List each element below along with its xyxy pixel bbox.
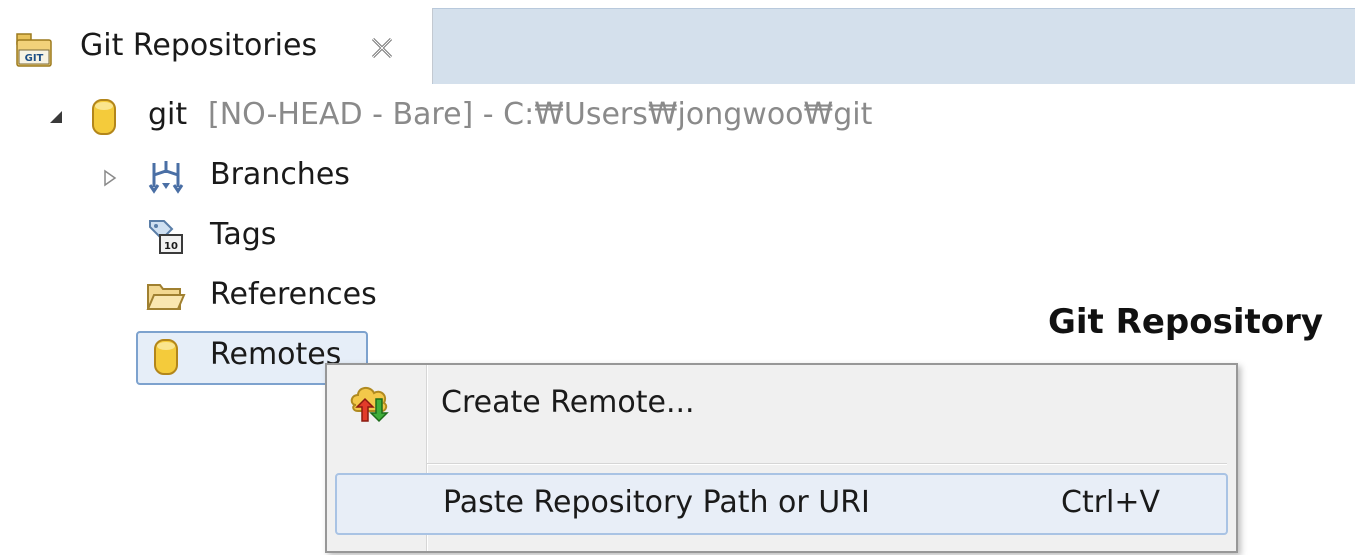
expand-triangle-icon[interactable] xyxy=(102,169,118,191)
view-tab-bar: GIT Git Repositories xyxy=(0,0,1355,84)
branches-icon xyxy=(146,157,186,201)
tree-row-tags[interactable]: 10 Tags xyxy=(0,213,400,263)
svg-text:GIT: GIT xyxy=(25,53,44,64)
tab-title: Git Repositories xyxy=(80,28,318,63)
overlay-caption: Git Repository xyxy=(1048,302,1324,342)
repository-decoration: [NO-HEAD - Bare] - C:₩Users₩jongwoo₩git xyxy=(208,97,873,132)
repository-icon xyxy=(90,97,118,141)
git-repositories-icon: GIT xyxy=(15,30,53,68)
tree-item-label: Tags xyxy=(210,217,277,252)
tree-row-branches[interactable]: Branches xyxy=(0,153,400,203)
tab-git-repositories[interactable]: GIT Git Repositories xyxy=(0,8,433,83)
menu-item-label: Create Remote... xyxy=(441,385,695,420)
menu-item-label: Paste Repository Path or URI xyxy=(443,485,870,520)
tags-icon: 10 xyxy=(146,217,186,261)
menu-item-create-remote[interactable]: Create Remote... xyxy=(335,373,1228,435)
tree-item-label: References xyxy=(210,277,377,312)
remotes-icon xyxy=(152,337,180,381)
svg-text:10: 10 xyxy=(164,241,178,252)
context-menu: Create Remote... Paste Repository Path o… xyxy=(325,363,1238,553)
menu-separator xyxy=(427,463,1227,465)
repository-name: git xyxy=(148,97,188,132)
menu-item-shortcut: Ctrl+V xyxy=(1061,485,1161,520)
folder-icon xyxy=(146,279,186,317)
menu-item-paste-repository[interactable]: Paste Repository Path or URI Ctrl+V xyxy=(335,473,1228,535)
tree-row-repository[interactable]: git [NO-HEAD - Bare] - C:₩Users₩jongwoo₩… xyxy=(0,93,1000,143)
tab-bar-background xyxy=(432,8,1355,84)
create-remote-icon xyxy=(348,381,392,425)
collapse-triangle-icon[interactable] xyxy=(48,109,64,129)
tree-item-label: Remotes xyxy=(210,337,342,372)
tree-row-references[interactable]: References xyxy=(0,273,420,323)
tree-item-label: Branches xyxy=(210,157,350,192)
close-icon[interactable] xyxy=(368,34,396,62)
